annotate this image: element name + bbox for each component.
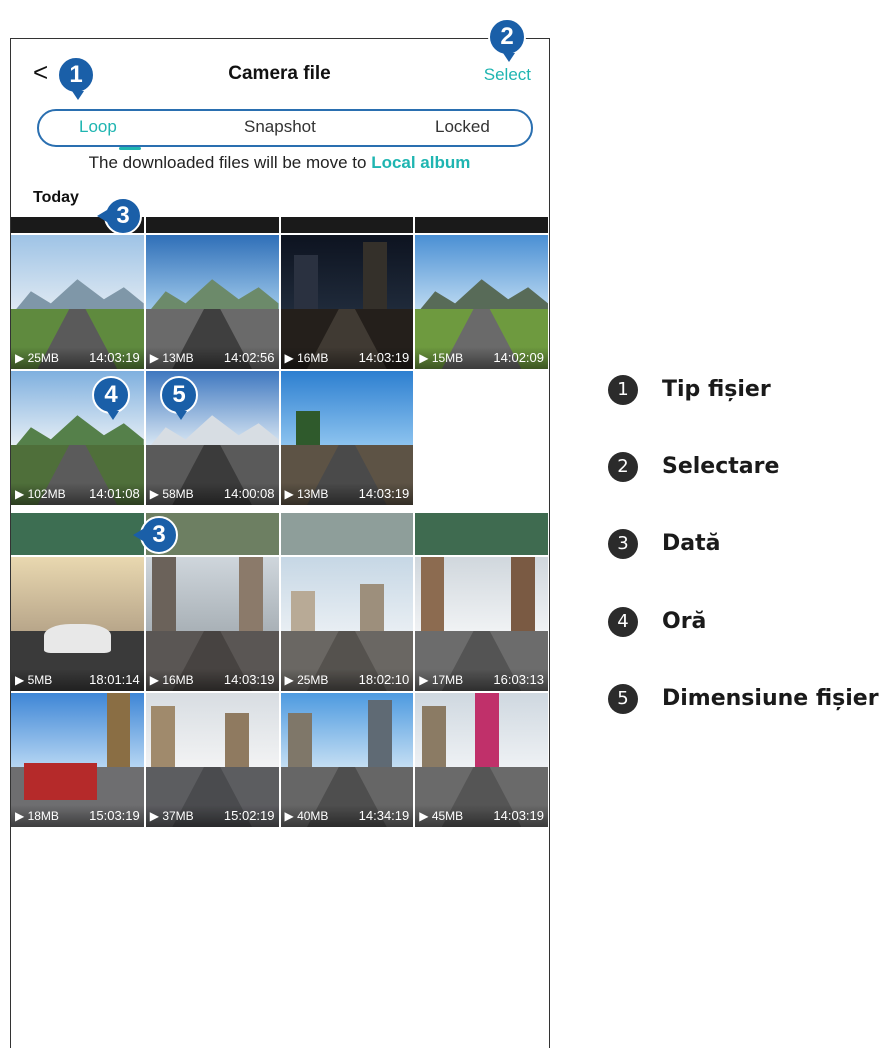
date-divider-strip: [11, 513, 548, 555]
file-size: ▶ 17MB: [419, 673, 464, 687]
file-size: ▶ 15MB: [419, 351, 464, 365]
file-size: ▶ 25MB: [15, 351, 59, 365]
date-divider-strip: [11, 217, 548, 233]
file-grid-today: ▶ 25MB 14:03:19 ▶ 13MB 14:02:56 ▶ 16MB 14:0…: [11, 235, 548, 505]
file-size: ▶ 40MB: [284, 809, 329, 823]
file-size: ▶ 16MB: [284, 351, 329, 365]
file-time: 15:02:19: [223, 808, 275, 823]
file-time: 14:34:19: [358, 808, 410, 823]
file-time: 14:03:19: [358, 350, 410, 365]
notice-text: The downloaded files will be move to: [88, 153, 367, 172]
phone-screen: < Camera file Select Loop Snapshot Locke…: [10, 38, 550, 1048]
callout-badge-1: 1: [57, 56, 95, 100]
file-thumbnail[interactable]: ▶ 18MB 15:03:19: [11, 693, 144, 827]
callout-badge-5-size: 5: [160, 376, 198, 420]
file-size: ▶ 5MB: [15, 673, 53, 687]
download-notice: The downloaded files will be move to Loc…: [11, 153, 548, 173]
callout-badge-3-date: 3: [97, 197, 142, 235]
legend-number: 2: [608, 452, 638, 482]
legend-label: Dată: [662, 531, 721, 556]
file-time: 14:03:19: [223, 672, 275, 687]
file-size: ▶ 25MB: [284, 673, 329, 687]
file-time: 14:03:19: [358, 486, 410, 501]
callout-badge-4-time: 4: [92, 376, 130, 420]
local-album-link[interactable]: Local album: [371, 153, 470, 172]
legend-label: Dimensiune fișier: [662, 686, 879, 711]
file-thumbnail[interactable]: ▶ 5MB 18:01:14: [11, 557, 144, 691]
file-type-tabs: Loop Snapshot Locked: [37, 109, 533, 150]
file-thumbnail[interactable]: ▶ 16MB 14:03:19: [145, 557, 279, 691]
tab-loop[interactable]: Loop: [79, 117, 117, 137]
file-size: ▶ 37MB: [149, 809, 194, 823]
file-thumbnail[interactable]: ▶ 40MB 14:34:19: [280, 693, 414, 827]
file-thumbnail[interactable]: ▶ 25MB 18:02:10: [280, 557, 414, 691]
file-thumbnail[interactable]: ▶ 15MB 14:02:09: [415, 235, 548, 369]
legend-number: 4: [608, 607, 638, 637]
file-size: ▶ 45MB: [419, 809, 464, 823]
legend-number: 3: [608, 529, 638, 559]
legend-label: Tip fișier: [662, 377, 771, 402]
file-size: ▶ 13MB: [149, 351, 194, 365]
file-time: 18:01:14: [89, 672, 140, 687]
callout-badge-3-date: 3: [133, 516, 178, 554]
file-time: 14:02:09: [493, 350, 544, 365]
file-time: 14:02:56: [223, 350, 275, 365]
file-time: 14:00:08: [223, 486, 275, 501]
file-thumbnail[interactable]: ▶ 17MB 16:03:13: [415, 557, 548, 691]
file-size: ▶ 18MB: [15, 809, 59, 823]
file-time: 14:03:19: [493, 808, 544, 823]
file-thumbnail[interactable]: ▶ 45MB 14:03:19: [415, 693, 548, 827]
date-header: Today: [33, 189, 79, 206]
file-size: ▶ 13MB: [284, 487, 329, 501]
callout-badge-2: 2: [488, 18, 526, 62]
file-time: 18:02:10: [358, 672, 410, 687]
tab-locked[interactable]: Locked: [435, 117, 490, 137]
file-thumbnail[interactable]: ▶ 13MB 14:02:56: [145, 235, 279, 369]
file-thumbnail[interactable]: ▶ 16MB 14:03:19: [280, 235, 414, 369]
file-size: ▶ 58MB: [149, 487, 194, 501]
active-tab-indicator: [119, 147, 141, 150]
file-grid-earlier: ▶ 5MB 18:01:14 ▶ 16MB 14:03:19 ▶ 25MB 18:02…: [11, 557, 548, 827]
file-thumbnail[interactable]: ▶ 37MB 15:02:19: [145, 693, 279, 827]
file-time: 14:03:19: [89, 350, 140, 365]
file-thumbnail[interactable]: ▶ 25MB 14:03:19: [11, 235, 144, 369]
file-time: 14:01:08: [89, 486, 140, 501]
file-size: ▶ 102MB: [15, 487, 66, 501]
tab-snapshot[interactable]: Snapshot: [244, 117, 316, 137]
legend-label: Oră: [662, 609, 707, 634]
legend-label: Selectare: [662, 454, 780, 479]
file-time: 15:03:19: [89, 808, 140, 823]
legend-number: 5: [608, 684, 638, 714]
file-thumbnail[interactable]: ▶ 13MB 14:03:19: [280, 371, 414, 505]
file-time: 16:03:13: [493, 672, 544, 687]
legend-number: 1: [608, 375, 638, 405]
select-button[interactable]: Select: [484, 65, 531, 85]
file-size: ▶ 16MB: [149, 673, 194, 687]
